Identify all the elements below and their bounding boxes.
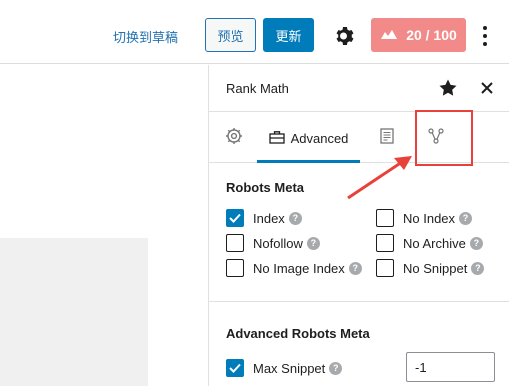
help-icon[interactable]: ? [306, 236, 320, 250]
settings-gear-icon[interactable] [333, 24, 357, 48]
help-icon[interactable]: ? [459, 211, 473, 225]
no-snippet-option[interactable]: No Snippet ? [376, 259, 485, 277]
nofollow-checkbox[interactable] [226, 234, 244, 252]
sidebar-title: Rank Math [226, 81, 289, 96]
help-icon[interactable]: ? [329, 361, 343, 375]
no-image-index-label: No Image Index [253, 260, 345, 276]
robots-meta-title: Robots Meta [226, 180, 304, 195]
no-archive-label: No Archive [403, 235, 466, 251]
no-archive-option[interactable]: No Archive ? [376, 234, 483, 252]
star-icon[interactable] [438, 78, 458, 98]
preview-button[interactable]: 预览 [205, 18, 256, 52]
max-snippet-input[interactable]: -1 [406, 352, 495, 382]
index-label: Index [253, 210, 285, 226]
annotation-arrow [347, 156, 412, 200]
gear-outline-icon [225, 127, 243, 150]
no-snippet-checkbox[interactable] [376, 259, 394, 277]
toolbox-icon [268, 130, 285, 147]
sidebar-header: Rank Math [209, 65, 509, 112]
document-icon [380, 127, 394, 149]
rank-math-logo-icon [380, 27, 398, 43]
no-image-index-checkbox[interactable] [226, 259, 244, 277]
rank-math-score-button[interactable]: 20 / 100 [371, 18, 466, 52]
no-snippet-label: No Snippet [403, 260, 468, 276]
help-icon[interactable]: ? [288, 211, 302, 225]
no-index-checkbox[interactable] [376, 209, 394, 227]
help-icon[interactable]: ? [469, 236, 483, 250]
no-index-option[interactable]: No Index ? [376, 209, 473, 227]
annotation-highlight-box [415, 110, 473, 166]
tab-advanced-label: Advanced [290, 130, 349, 146]
editor-canvas[interactable] [0, 65, 208, 386]
index-option[interactable]: Index ? [226, 209, 302, 227]
advanced-robots-meta-title: Advanced Robots Meta [226, 326, 370, 341]
rank-math-sidebar: Rank Math Advanced Robots Meta Index ? N… [208, 65, 509, 386]
max-snippet-checkbox[interactable] [226, 359, 244, 377]
editor-toolbar: 切换到草稿 预览 更新 20 / 100 [0, 0, 509, 64]
more-options-icon[interactable] [478, 24, 492, 48]
advanced-robots-meta-section: Advanced Robots Meta Max Snippet ? -1 [209, 303, 509, 386]
update-button[interactable]: 更新 [263, 18, 314, 52]
tab-general[interactable] [219, 113, 249, 163]
help-icon[interactable]: ? [348, 261, 362, 275]
nofollow-option[interactable]: Nofollow ? [226, 234, 320, 252]
no-image-index-option[interactable]: No Image Index ? [226, 259, 362, 277]
editor-content-block[interactable] [0, 238, 148, 386]
no-index-label: No Index [403, 210, 456, 226]
max-snippet-option[interactable]: Max Snippet ? [226, 359, 343, 377]
nofollow-label: Nofollow [253, 235, 303, 251]
switch-to-draft-link[interactable]: 切换到草稿 [113, 27, 178, 46]
seo-score-value: 20 / 100 [406, 27, 457, 43]
no-archive-checkbox[interactable] [376, 234, 394, 252]
index-checkbox[interactable] [226, 209, 244, 227]
close-icon[interactable] [477, 78, 497, 98]
help-icon[interactable]: ? [471, 261, 485, 275]
max-snippet-label: Max Snippet [253, 360, 326, 376]
